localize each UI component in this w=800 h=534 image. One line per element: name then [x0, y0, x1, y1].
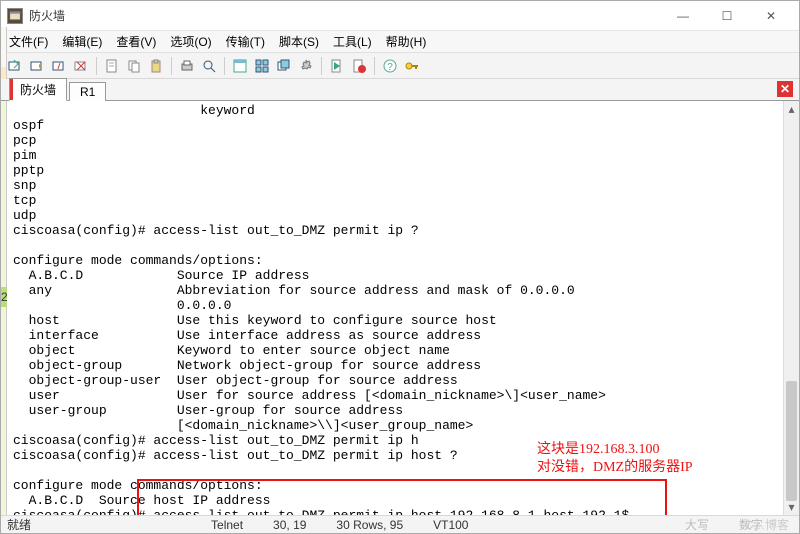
quick-connect-icon[interactable] — [27, 56, 47, 76]
terminal-area[interactable]: keyword ospf pcp pim pptp snp tcp udp ci… — [7, 101, 799, 515]
tab-firewall[interactable]: 防火墙 — [9, 78, 67, 101]
status-cursor: 30, 19 — [273, 518, 306, 532]
menu-help[interactable]: 帮助(H) — [386, 33, 427, 50]
connect-icon[interactable] — [5, 56, 25, 76]
script-stop-icon[interactable] — [349, 56, 369, 76]
menu-file[interactable]: 文件(F) — [9, 33, 48, 50]
copy-icon[interactable] — [124, 56, 144, 76]
help-icon[interactable]: ? — [380, 56, 400, 76]
scrollbar[interactable]: ▴ ▾ — [783, 101, 799, 515]
key-icon[interactable] — [402, 56, 422, 76]
tile-icon[interactable] — [252, 56, 272, 76]
window-title: 防火墙 — [29, 7, 661, 24]
status-term: VT100 — [433, 518, 468, 532]
annotation-text: 这块是192.168.3.100 对没错，DMZ的服务器IP — [537, 441, 693, 477]
disconnect-icon[interactable] — [71, 56, 91, 76]
script-run-icon[interactable] — [327, 56, 347, 76]
status-protocol: Telnet — [211, 518, 243, 532]
properties-icon[interactable] — [102, 56, 122, 76]
paste-icon[interactable] — [146, 56, 166, 76]
menu-view[interactable]: 查看(V) — [116, 33, 156, 50]
menu-transfer[interactable]: 传输(T) — [226, 33, 265, 50]
print-icon[interactable] — [177, 56, 197, 76]
session-list-icon[interactable] — [230, 56, 250, 76]
menubar: 文件(F) 编辑(E) 查看(V) 选项(O) 传输(T) 脚本(S) 工具(L… — [1, 31, 799, 53]
cascade-icon[interactable] — [274, 56, 294, 76]
menu-options[interactable]: 选项(O) — [170, 33, 211, 50]
highlight-box — [137, 479, 667, 515]
toolbar: ? — [1, 53, 799, 79]
status-ready: 就绪 — [7, 516, 31, 533]
status-size: 30 Rows, 95 — [336, 518, 403, 532]
watermark: C…博客 — [744, 516, 789, 533]
titlebar: 防火墙 — ☐ ✕ — [1, 1, 799, 31]
menu-script[interactable]: 脚本(S) — [279, 33, 319, 50]
menu-edit[interactable]: 编辑(E) — [62, 33, 102, 50]
close-tab-icon[interactable]: ✕ — [777, 81, 793, 97]
options-icon[interactable] — [296, 56, 316, 76]
scroll-thumb[interactable] — [786, 381, 797, 501]
tab-strip: 防火墙 R1 ✕ — [1, 79, 799, 101]
minimize-button[interactable]: — — [661, 2, 705, 30]
reconnect-icon[interactable] — [49, 56, 69, 76]
statusbar: 就绪 Telnet 30, 19 30 Rows, 95 VT100 大写 数字… — [1, 515, 799, 533]
tab-r1[interactable]: R1 — [69, 82, 106, 101]
close-button[interactable]: ✕ — [749, 2, 793, 30]
maximize-button[interactable]: ☐ — [705, 2, 749, 30]
status-caps: 大写 — [685, 516, 709, 533]
find-icon[interactable] — [199, 56, 219, 76]
menu-tools[interactable]: 工具(L) — [333, 33, 372, 50]
scroll-down-icon[interactable]: ▾ — [784, 499, 799, 515]
scroll-up-icon[interactable]: ▴ — [784, 101, 799, 117]
svg-text:?: ? — [387, 62, 393, 73]
app-icon — [7, 8, 23, 24]
